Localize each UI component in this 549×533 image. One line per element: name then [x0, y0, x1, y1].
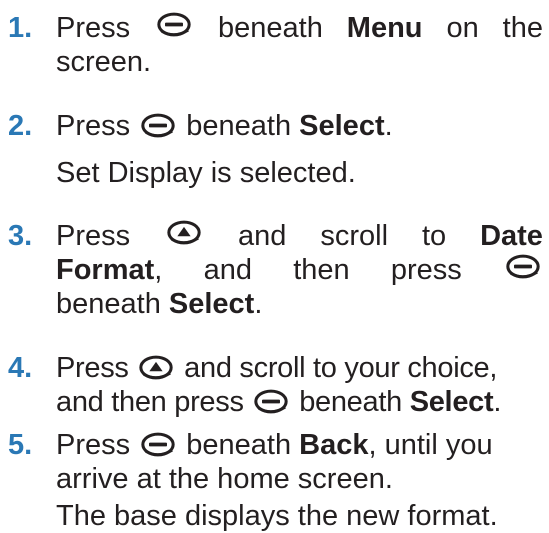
step-text: Press and scroll to Date — [56, 219, 543, 253]
instruction-page: 1. Press beneath Menu on the screen. 2. … — [8, 11, 543, 532]
select-label: Select — [299, 110, 385, 142]
date-label: Date — [480, 220, 543, 252]
softkey-icon — [505, 253, 541, 287]
softkey-icon — [140, 112, 176, 139]
step-number: 1. — [8, 12, 33, 44]
softkey-icon — [253, 388, 289, 415]
menu-label: Menu — [346, 12, 423, 44]
step-text: Press beneath Back, until you — [56, 429, 493, 461]
step-number: 3. — [8, 220, 33, 252]
back-label: Back — [299, 429, 369, 461]
step-number: 5. — [8, 429, 33, 461]
step-number: 4. — [8, 352, 33, 384]
scroll-up-key-icon — [138, 354, 174, 381]
format-label: Format — [56, 254, 155, 286]
softkey-icon — [156, 11, 192, 45]
step-number: 2. — [8, 110, 33, 142]
step-text: Press and scroll to your choice, — [56, 352, 498, 384]
step-text: Press beneath Menu on the — [56, 11, 543, 45]
softkey-icon — [140, 431, 176, 458]
select-label: Select — [168, 288, 255, 320]
scroll-up-key-icon — [166, 219, 202, 253]
select-label: Select — [409, 386, 494, 418]
step-text: Press beneath Select. — [56, 110, 393, 142]
